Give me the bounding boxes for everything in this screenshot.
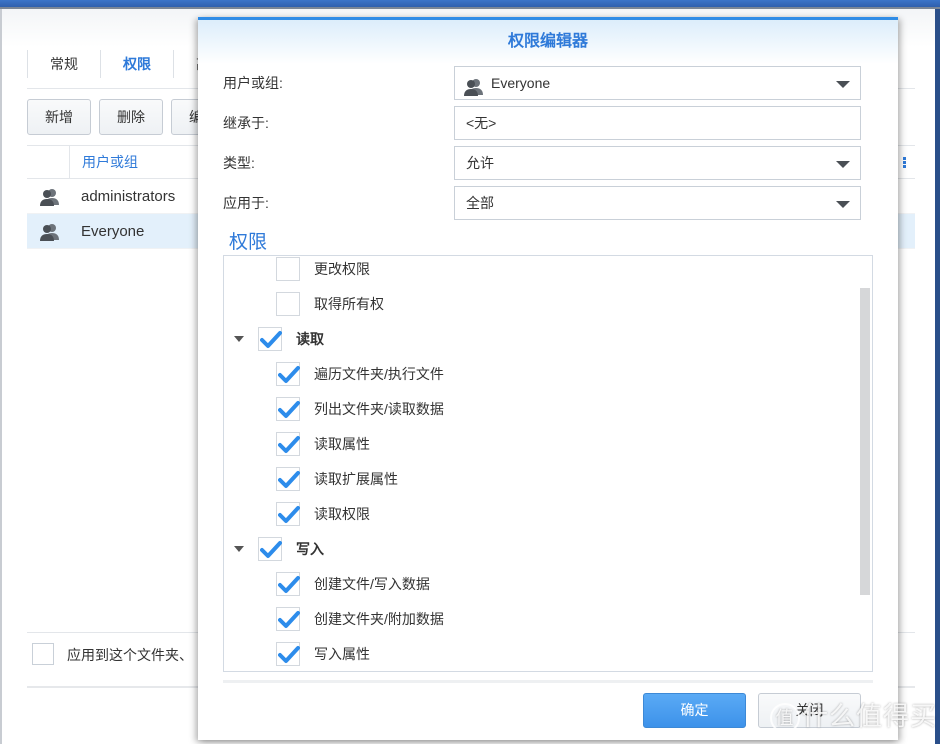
expand-arrow-icon[interactable] (234, 546, 244, 552)
delete-button[interactable]: 删除 (99, 99, 163, 135)
permission-label: 更改权限 (314, 261, 370, 277)
permission-item[interactable]: 读取权限 (276, 501, 370, 527)
checkmark-icon (278, 436, 300, 453)
checkmark-icon (260, 541, 282, 558)
permission-item[interactable]: 创建文件/写入数据 (276, 571, 430, 597)
watermark-text: 什么值得买 (802, 701, 938, 731)
user-group-icon (39, 223, 61, 244)
permission-label: 遍历文件夹/执行文件 (314, 366, 444, 382)
inherit-from-field: <无> (454, 106, 861, 140)
checkmark-icon (278, 506, 300, 523)
chevron-down-icon[interactable] (836, 81, 850, 88)
permission-checkbox[interactable] (276, 572, 300, 596)
watermark: 值什么值得买 (770, 696, 938, 734)
permission-checkbox[interactable] (258, 327, 282, 351)
permission-checkbox[interactable] (276, 292, 300, 316)
tab-permissions[interactable]: 权限 (101, 50, 174, 78)
permission-checkbox[interactable] (276, 257, 300, 281)
watermark-logo-icon: 值 (770, 703, 800, 734)
apply-to-value: 全部 (466, 195, 494, 211)
permissions-list: 写入属性 创建文件夹/附加数据 创建文件/写入数据 写入 读取权限 读取扩展属性 读取属性 列… (223, 255, 873, 672)
user-or-group-label: 用户或组: (223, 75, 283, 91)
expand-arrow-icon[interactable] (234, 336, 244, 342)
permission-item[interactable]: 创建文件夹/附加数据 (276, 606, 444, 632)
permission-label: 读取 (296, 331, 324, 347)
permission-editor-dialog: 权限编辑器 用户或组: Everyone 继承于: <无> 类型: 允许 应用于… (198, 17, 898, 740)
permission-label: 读取属性 (314, 436, 370, 452)
type-label: 类型: (223, 155, 255, 171)
checkmark-icon (278, 366, 300, 383)
permission-checkbox[interactable] (258, 537, 282, 561)
apply-to-subfolders-checkbox[interactable] (32, 643, 54, 665)
permissions-title: 权限 (229, 232, 268, 253)
permission-label: 列出文件夹/读取数据 (314, 401, 444, 417)
permission-item[interactable]: 读取扩展属性 (276, 466, 398, 492)
permission-checkbox[interactable] (276, 362, 300, 386)
add-button[interactable]: 新增 (27, 99, 91, 135)
inherit-from-label: 继承于: (223, 115, 269, 131)
permission-checkbox[interactable] (276, 467, 300, 491)
permission-checkbox[interactable] (276, 502, 300, 526)
apply-to-label: 应用于: (223, 195, 269, 211)
toolbar: 新增 删除 编 (27, 99, 221, 135)
permission-group[interactable]: 读取 (234, 326, 324, 352)
permission-item[interactable]: 取得所有权 (276, 291, 384, 317)
type-value: 允许 (466, 155, 494, 171)
permission-item[interactable]: 读取属性 (276, 431, 370, 457)
permission-label: 取得所有权 (314, 296, 384, 312)
user-group-icon (463, 75, 485, 107)
permission-checkbox[interactable] (276, 397, 300, 421)
column-menu-icon[interactable] (903, 157, 907, 169)
permission-label: 读取权限 (314, 506, 370, 522)
type-select[interactable]: 允许 (454, 146, 861, 180)
permission-item[interactable]: 遍历文件夹/执行文件 (276, 361, 444, 387)
permission-item[interactable]: 列出文件夹/读取数据 (276, 396, 444, 422)
desktop-titlebar (0, 0, 940, 7)
permission-label: 创建文件夹/附加数据 (314, 611, 444, 627)
permission-label: 读取扩展属性 (314, 471, 398, 487)
row-name: administrators (81, 188, 176, 205)
permission-label: 创建文件/写入数据 (314, 576, 430, 592)
permission-item[interactable]: 写入属性 (276, 641, 370, 667)
user-or-group-select[interactable]: Everyone (454, 66, 861, 100)
dialog-title: 权限编辑器 (198, 20, 898, 64)
user-group-icon (39, 188, 61, 209)
permission-label: 写入属性 (314, 646, 370, 662)
permission-checkbox[interactable] (276, 642, 300, 666)
permission-checkbox[interactable] (276, 432, 300, 456)
apply-to-subfolders-label: 应用到这个文件夹、 (67, 647, 193, 663)
tab-general[interactable]: 常规 (27, 50, 101, 78)
permission-group[interactable]: 写入 (234, 536, 324, 562)
checkmark-icon (278, 646, 300, 663)
checkmark-icon (278, 401, 300, 418)
permission-label: 写入 (296, 541, 324, 557)
permission-checkbox[interactable] (276, 607, 300, 631)
checkmark-icon (278, 611, 300, 628)
row-name: Everyone (81, 223, 145, 240)
checkmark-icon (260, 331, 282, 348)
chevron-down-icon[interactable] (836, 161, 850, 168)
scrollbar[interactable] (860, 288, 870, 595)
chevron-down-icon[interactable] (836, 201, 850, 208)
column-user-or-group[interactable]: 用户或组 (69, 146, 138, 179)
checkmark-icon (278, 471, 300, 488)
apply-to-select[interactable]: 全部 (454, 186, 861, 220)
permission-item[interactable]: 更改权限 (276, 256, 370, 282)
ok-button[interactable]: 确定 (643, 693, 746, 728)
divider (223, 680, 873, 683)
user-or-group-value: Everyone (491, 75, 551, 91)
checkmark-icon (278, 576, 300, 593)
